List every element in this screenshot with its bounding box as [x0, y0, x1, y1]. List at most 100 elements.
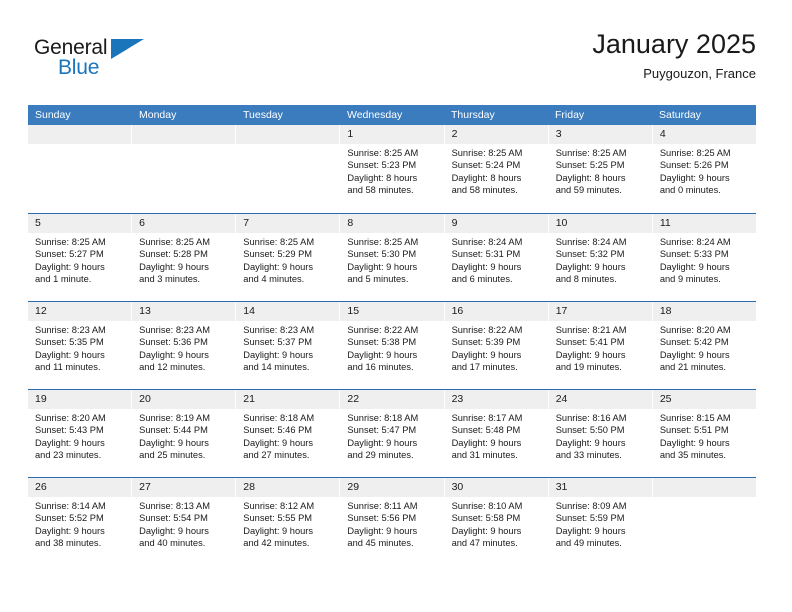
- sunset-text: Sunset: 5:38 PM: [347, 337, 417, 348]
- day-sun-info: Sunrise: 8:10 AM Sunset: 5:58 PM Daylight:…: [445, 497, 548, 550]
- day-sun-info: Sunrise: 8:24 AM Sunset: 5:31 PM Daylight:…: [445, 233, 548, 286]
- daylight-text-line2: and 58 minutes.: [347, 185, 414, 196]
- sunrise-text: Sunrise: 8:23 AM: [243, 325, 315, 335]
- daylight-text-line2: and 19 minutes.: [555, 362, 622, 373]
- day-cell[interactable]: 5 Sunrise: 8:25 AM Sunset: 5:27 PM Daylight…: [28, 214, 133, 301]
- daylight-text-line1: Daylight: 9 hours: [659, 261, 730, 272]
- day-cell[interactable]: 26 Sunrise: 8:14 AM Sunset: 5:52 PM Dayligh…: [28, 478, 133, 565]
- day-cell[interactable]: 17 Sunrise: 8:21 AM Sunset: 5:41 PM Dayligh…: [548, 302, 653, 389]
- day-sun-info: Sunrise: 8:13 AM Sunset: 5:54 PM Daylight:…: [132, 497, 235, 550]
- sunrise-text: Sunrise: 8:20 AM: [35, 413, 106, 423]
- calendar-week-row: 1 Sunrise: 8:25 AM Sunset: 5:23 PM Daylight…: [28, 125, 756, 213]
- daylight-text-line1: Daylight: 9 hours: [555, 261, 626, 272]
- sunset-text: Sunset: 5:46 PM: [243, 425, 313, 436]
- page-title: January 2025: [592, 29, 756, 59]
- daylight-text-line2: and 27 minutes.: [243, 450, 310, 461]
- general-blue-logo[interactable]: General Blue: [34, 36, 164, 88]
- sunrise-text: Sunrise: 8:25 AM: [659, 148, 731, 158]
- day-number: [132, 125, 236, 144]
- sunrise-text: Sunrise: 8:24 AM: [555, 237, 627, 247]
- day-cell[interactable]: 8 Sunrise: 8:25 AM Sunset: 5:30 PM Daylight…: [340, 214, 445, 301]
- sunrise-text: Sunrise: 8:25 AM: [347, 148, 419, 158]
- day-sun-info: Sunrise: 8:09 AM Sunset: 5:59 PM Daylight:…: [549, 497, 652, 550]
- day-cell[interactable]: 31 Sunrise: 8:09 AM Sunset: 5:59 PM Dayligh…: [548, 478, 653, 565]
- sunrise-text: Sunrise: 8:14 AM: [35, 501, 106, 511]
- sunset-text: Sunset: 5:27 PM: [35, 249, 104, 260]
- day-number: 31: [548, 478, 652, 497]
- sunset-text: Sunset: 5:35 PM: [35, 337, 104, 348]
- day-cell[interactable]: 15 Sunrise: 8:22 AM Sunset: 5:38 PM Dayligh…: [340, 302, 445, 389]
- day-cell[interactable]: 22 Sunrise: 8:18 AM Sunset: 5:47 PM Dayligh…: [340, 390, 445, 477]
- day-sun-info: Sunrise: 8:24 AM Sunset: 5:32 PM Daylight:…: [549, 233, 652, 286]
- sunrise-text: Sunrise: 8:10 AM: [451, 501, 523, 511]
- sunset-text: Sunset: 5:24 PM: [451, 160, 521, 171]
- title-block: January 2025 Puygouzon, France: [592, 28, 756, 83]
- weekday-header-saturday: Saturday: [659, 109, 702, 121]
- day-cell[interactable]: 16 Sunrise: 8:22 AM Sunset: 5:39 PM Dayligh…: [444, 302, 549, 389]
- daylight-text-line2: and 8 minutes.: [555, 274, 617, 285]
- sunset-text: Sunset: 5:41 PM: [555, 337, 625, 348]
- day-number: 4: [652, 125, 756, 144]
- daylight-text-line2: and 12 minutes.: [139, 362, 206, 373]
- daylight-text-line2: and 5 minutes.: [347, 274, 409, 285]
- sunrise-text: Sunrise: 8:25 AM: [243, 237, 315, 247]
- day-cell[interactable]: 10 Sunrise: 8:24 AM Sunset: 5:32 PM Dayligh…: [548, 214, 653, 301]
- day-sun-info: Sunrise: 8:25 AM Sunset: 5:25 PM Daylight:…: [549, 144, 652, 197]
- sunrise-text: Sunrise: 8:18 AM: [347, 413, 419, 423]
- day-number: 29: [340, 478, 444, 497]
- sunrise-text: Sunrise: 8:18 AM: [243, 413, 315, 423]
- day-cell[interactable]: 29 Sunrise: 8:11 AM Sunset: 5:56 PM Dayligh…: [340, 478, 445, 565]
- daylight-text-line1: Daylight: 8 hours: [347, 172, 418, 183]
- location-subtitle: Puygouzon, France: [643, 66, 756, 81]
- sunrise-text: Sunrise: 8:21 AM: [555, 325, 627, 335]
- daylight-text-line2: and 17 minutes.: [451, 362, 518, 373]
- weekday-header-thursday: Thursday: [451, 109, 495, 121]
- day-cell[interactable]: 24 Sunrise: 8:16 AM Sunset: 5:50 PM Dayligh…: [548, 390, 653, 477]
- page-header: General Blue January 2025 Puygouzon, Fra…: [28, 28, 756, 94]
- day-cell[interactable]: 25 Sunrise: 8:15 AM Sunset: 5:51 PM Dayligh…: [652, 390, 756, 477]
- day-cell[interactable]: 3 Sunrise: 8:25 AM Sunset: 5:25 PM Daylight…: [548, 125, 653, 213]
- day-sun-info: Sunrise: 8:12 AM Sunset: 5:55 PM Daylight:…: [236, 497, 339, 550]
- day-cell[interactable]: 28 Sunrise: 8:12 AM Sunset: 5:55 PM Dayligh…: [236, 478, 341, 565]
- day-sun-info: Sunrise: 8:25 AM Sunset: 5:30 PM Daylight:…: [340, 233, 443, 286]
- daylight-text-line1: Daylight: 9 hours: [243, 525, 314, 536]
- day-number: 24: [548, 390, 652, 409]
- day-number: 7: [236, 214, 340, 233]
- day-cell[interactable]: 21 Sunrise: 8:18 AM Sunset: 5:46 PM Dayligh…: [236, 390, 341, 477]
- day-cell[interactable]: 9 Sunrise: 8:24 AM Sunset: 5:31 PM Daylight…: [444, 214, 549, 301]
- day-cell[interactable]: 27 Sunrise: 8:13 AM Sunset: 5:54 PM Dayligh…: [132, 478, 237, 565]
- sunrise-text: Sunrise: 8:25 AM: [35, 237, 106, 247]
- day-cell[interactable]: 6 Sunrise: 8:25 AM Sunset: 5:28 PM Daylight…: [132, 214, 237, 301]
- day-number: 21: [236, 390, 340, 409]
- day-cell[interactable]: 13 Sunrise: 8:23 AM Sunset: 5:36 PM Dayligh…: [132, 302, 237, 389]
- daylight-text-line1: Daylight: 9 hours: [347, 261, 418, 272]
- day-cell[interactable]: 1 Sunrise: 8:25 AM Sunset: 5:23 PM Daylight…: [340, 125, 445, 213]
- daylight-text-line2: and 38 minutes.: [35, 538, 102, 549]
- day-cell[interactable]: 2 Sunrise: 8:25 AM Sunset: 5:24 PM Daylight…: [444, 125, 549, 213]
- daylight-text-line1: Daylight: 9 hours: [243, 349, 314, 360]
- day-sun-info: Sunrise: 8:23 AM Sunset: 5:37 PM Daylight:…: [236, 321, 339, 374]
- weekday-header-monday: Monday: [139, 109, 177, 121]
- day-cell[interactable]: 7 Sunrise: 8:25 AM Sunset: 5:29 PM Daylight…: [236, 214, 341, 301]
- day-cell[interactable]: 12 Sunrise: 8:23 AM Sunset: 5:35 PM Dayligh…: [28, 302, 133, 389]
- sunset-text: Sunset: 5:56 PM: [347, 513, 417, 524]
- sunrise-text: Sunrise: 8:22 AM: [347, 325, 419, 335]
- sunset-text: Sunset: 5:26 PM: [659, 160, 729, 171]
- calendar-week-row: 12 Sunrise: 8:23 AM Sunset: 5:35 PM Dayligh…: [28, 301, 756, 389]
- sunset-text: Sunset: 5:37 PM: [243, 337, 313, 348]
- day-cell[interactable]: 4 Sunrise: 8:25 AM Sunset: 5:26 PM Daylight…: [652, 125, 756, 213]
- day-cell[interactable]: 20 Sunrise: 8:19 AM Sunset: 5:44 PM Dayligh…: [132, 390, 237, 477]
- daylight-text-line2: and 33 minutes.: [555, 450, 622, 461]
- day-cell[interactable]: 11 Sunrise: 8:24 AM Sunset: 5:33 PM Dayligh…: [652, 214, 756, 301]
- day-cell[interactable]: 14 Sunrise: 8:23 AM Sunset: 5:37 PM Dayligh…: [236, 302, 341, 389]
- day-number: 26: [28, 478, 132, 497]
- day-number: 11: [652, 214, 756, 233]
- daylight-text-line2: and 11 minutes.: [35, 362, 101, 373]
- day-cell[interactable]: 18 Sunrise: 8:20 AM Sunset: 5:42 PM Dayligh…: [652, 302, 756, 389]
- calendar-grid: Sunday Monday Tuesday Wednesday Thursday…: [28, 105, 756, 565]
- day-number: 9: [444, 214, 548, 233]
- day-cell[interactable]: 23 Sunrise: 8:17 AM Sunset: 5:48 PM Dayligh…: [444, 390, 549, 477]
- day-sun-info: Sunrise: 8:17 AM Sunset: 5:48 PM Daylight:…: [445, 409, 548, 462]
- day-cell[interactable]: 19 Sunrise: 8:20 AM Sunset: 5:43 PM Dayligh…: [28, 390, 133, 477]
- day-cell[interactable]: 30 Sunrise: 8:10 AM Sunset: 5:58 PM Dayligh…: [444, 478, 549, 565]
